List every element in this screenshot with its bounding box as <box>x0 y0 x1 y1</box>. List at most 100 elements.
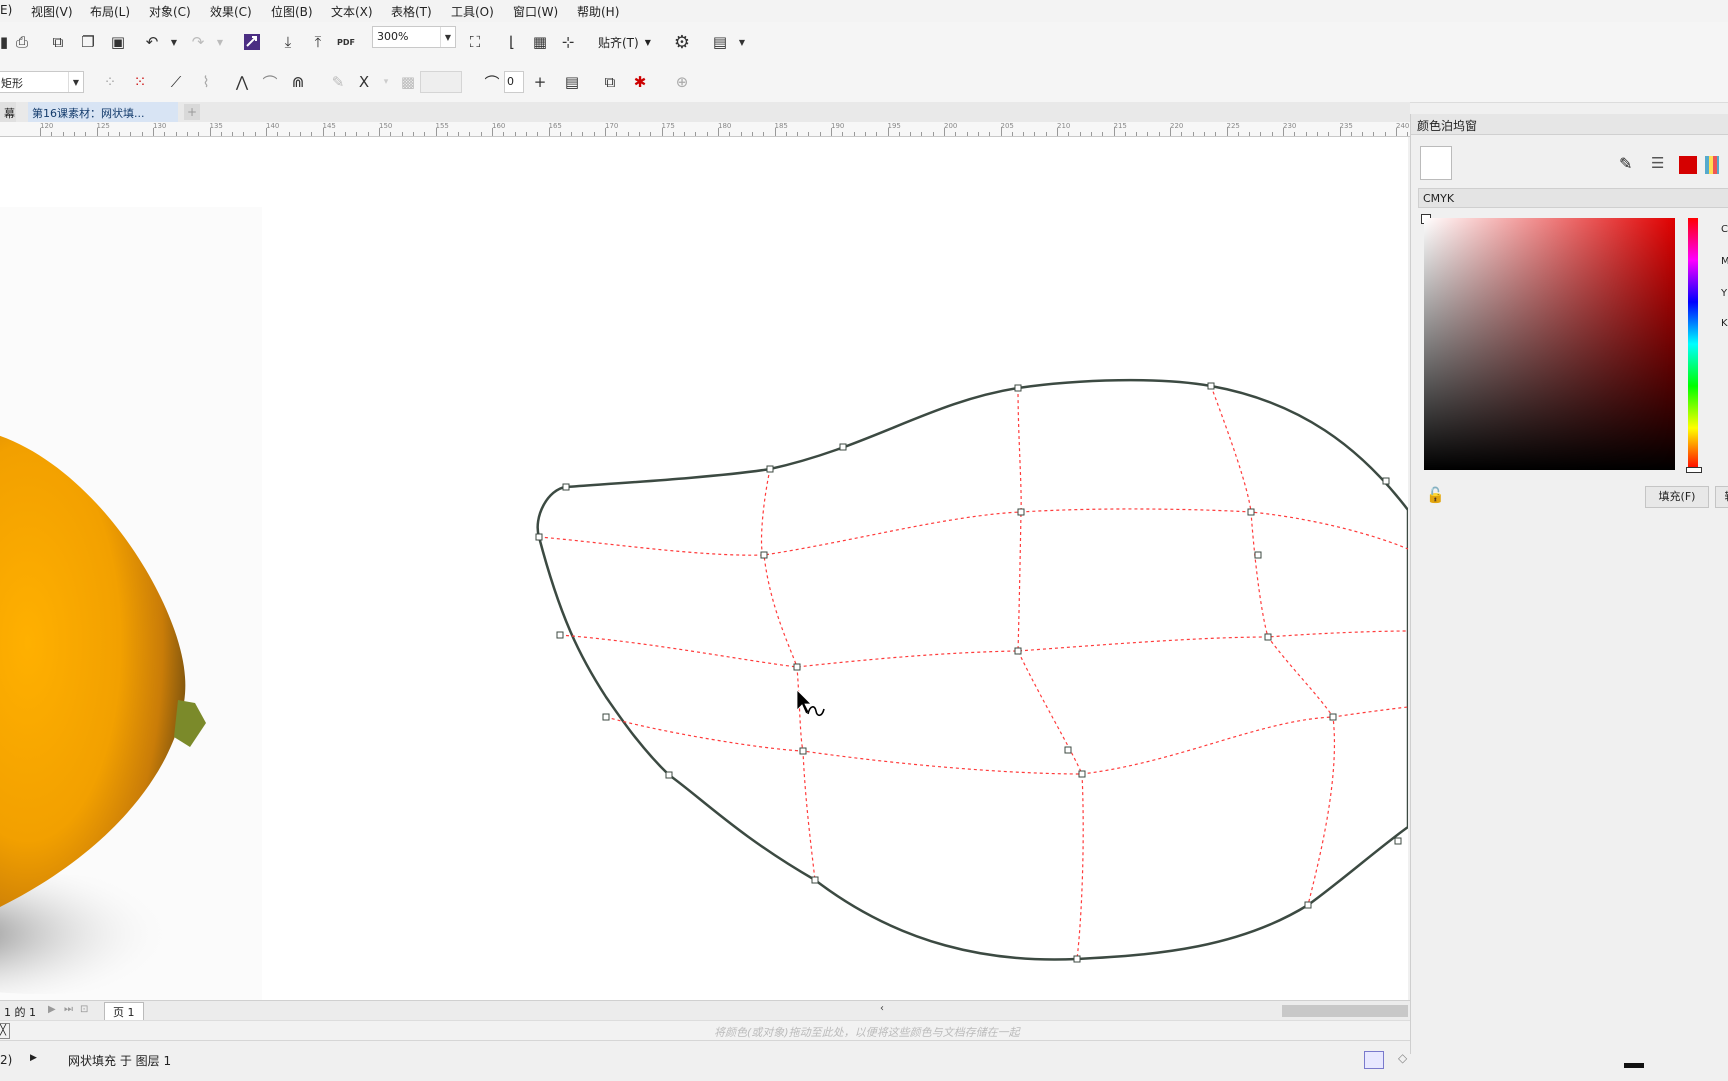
show-grid-icon[interactable]: ▦ <box>528 30 552 54</box>
color-palettes-icon[interactable] <box>1705 156 1719 174</box>
show-guidelines-icon[interactable]: ⊹ <box>556 30 580 54</box>
mesh-node[interactable] <box>562 483 570 491</box>
mesh-grid-icon[interactable]: ⁘ <box>98 70 122 94</box>
import-icon[interactable]: ⤓ <box>276 30 300 54</box>
mesh-node[interactable] <box>602 713 610 721</box>
color-model-select[interactable]: CMYK <box>1418 188 1728 208</box>
menu-tools[interactable]: 工具(O) <box>451 3 494 20</box>
mesh-node[interactable] <box>1017 508 1025 516</box>
mesh-node[interactable] <box>793 663 801 671</box>
smoothness-input[interactable]: 0 <box>504 71 524 93</box>
color-field[interactable] <box>1424 218 1675 470</box>
add-tab-icon[interactable]: + <box>184 104 200 120</box>
menu-bitmap[interactable]: 位图(B) <box>271 3 313 20</box>
mesh-node[interactable] <box>1247 508 1255 516</box>
mesh-node[interactable] <box>1207 382 1215 390</box>
publish-pdf-icon[interactable]: PDF <box>334 30 358 54</box>
mesh-node[interactable] <box>1064 746 1072 754</box>
hue-slider-handle[interactable] <box>1686 467 1702 473</box>
menu-view[interactable]: 视图(V) <box>31 3 73 20</box>
pick-color-icon[interactable]: ✎ <box>326 70 350 94</box>
menu-object[interactable]: 对象(C) <box>149 3 191 20</box>
page-tab[interactable]: 页 1 <box>104 1002 144 1022</box>
mesh-node[interactable] <box>799 747 807 755</box>
menu-table[interactable]: 表格(T) <box>391 3 432 20</box>
print-icon[interactable]: ⎙ <box>10 30 34 54</box>
lock-icon[interactable]: 🔓 <box>1426 486 1445 504</box>
full-screen-preview-icon[interactable]: ⛶ <box>463 30 487 54</box>
mesh-node[interactable] <box>1078 770 1086 778</box>
undo-icon[interactable]: ↶ <box>140 30 164 54</box>
color-profile-icon[interactable] <box>1364 1051 1384 1069</box>
plus-icon[interactable]: + <box>528 70 552 94</box>
chevron-down-icon[interactable]: ▼ <box>440 27 455 47</box>
mesh-node[interactable] <box>1073 955 1081 963</box>
scroll-left-icon[interactable]: ‹ <box>880 1003 894 1019</box>
no-color-swatch[interactable]: ╳ <box>0 1023 10 1039</box>
smoothness-icon[interactable]: ⌒ <box>480 70 504 94</box>
tab-document[interactable]: 第16课素材：网状填... <box>28 102 178 122</box>
mesh-node[interactable] <box>760 551 768 559</box>
last-page-icon[interactable]: ⏭ <box>64 1004 73 1015</box>
application-launcher-icon[interactable]: ▤ <box>708 30 732 54</box>
mesh-nodes[interactable] <box>535 382 1402 963</box>
symmetric-node-icon[interactable]: ⋒ <box>286 70 310 94</box>
menu-text[interactable]: 文本(X) <box>331 3 373 20</box>
show-rulers-icon[interactable]: ⌊ <box>500 30 524 54</box>
redo-dropdown-icon[interactable]: ▼ <box>208 30 232 54</box>
shape-type-combo[interactable]: 矩形 ▼ <box>0 71 84 93</box>
horizontal-scrollbar-thumb[interactable] <box>1282 1005 1408 1017</box>
mesh-node[interactable] <box>811 876 819 884</box>
menu-effects[interactable]: 效果(C) <box>210 3 252 20</box>
smooth-node-icon[interactable]: ⌒ <box>258 70 282 94</box>
to-curve-icon[interactable]: ⌇ <box>194 70 218 94</box>
next-page-icon[interactable]: ▶ <box>48 1004 56 1015</box>
mesh-node[interactable] <box>1014 384 1022 392</box>
outline-button[interactable]: 轮 <box>1715 486 1728 508</box>
color-sliders-icon[interactable]: ☰ <box>1651 154 1664 172</box>
color-viewer-icon[interactable] <box>1679 156 1697 174</box>
redo-icon[interactable]: ↷ <box>186 30 210 54</box>
drawing-canvas[interactable] <box>0 137 1408 1000</box>
menu-window[interactable]: 窗口(W) <box>513 3 558 20</box>
chevron-down-icon[interactable]: ▼ <box>68 72 83 92</box>
mesh-node[interactable] <box>1394 837 1402 845</box>
options-gear-icon[interactable]: ⚙ <box>670 30 694 54</box>
transparency-field[interactable] <box>420 71 462 93</box>
mesh-node[interactable] <box>766 465 774 473</box>
horizontal-ruler[interactable]: 120 125 130 135 140 145 150 155 160 165 170 175 180 1… <box>0 122 1410 137</box>
clear-mesh-icon[interactable]: X <box>352 70 376 94</box>
cusp-node-icon[interactable]: ⋀ <box>230 70 254 94</box>
mesh-node[interactable] <box>1304 901 1312 909</box>
document-palette[interactable]: ╳ 将颜色(或对象)拖动至此处，以便将这些颜色与文档存储在一起 <box>0 1020 1410 1041</box>
mesh-object-outline[interactable] <box>536 378 1408 961</box>
copy-icon[interactable]: ❐ <box>76 30 100 54</box>
mesh-node[interactable] <box>665 771 673 779</box>
mesh-node[interactable] <box>1382 477 1390 485</box>
smooth-mesh-color-icon[interactable]: ✱ <box>628 70 652 94</box>
fill-button[interactable]: 填充(F) <box>1645 486 1709 508</box>
select-all-nodes-icon[interactable]: ▤ <box>560 70 584 94</box>
mesh-node[interactable] <box>1254 551 1262 559</box>
undo-dropdown-icon[interactable]: ▼ <box>162 30 186 54</box>
mesh-node[interactable] <box>839 443 847 451</box>
copy-mesh-icon[interactable]: ⧉ <box>598 70 622 94</box>
snap-to-dropdown[interactable]: 贴齐(T) ▼ <box>598 30 651 54</box>
add-icon[interactable]: ⊕ <box>670 70 694 94</box>
menu-help[interactable]: 帮助(H) <box>577 3 619 20</box>
mesh-node[interactable] <box>1014 647 1022 655</box>
hue-slider[interactable] <box>1688 218 1698 470</box>
fill-indicator-icon[interactable]: ◇ <box>1398 1051 1407 1065</box>
export-icon[interactable]: ⤒ <box>306 30 330 54</box>
mesh-node[interactable] <box>535 533 543 541</box>
color-dropdown-icon[interactable]: ▾ <box>374 70 398 94</box>
tab-welcome[interactable]: 幕 <box>0 102 16 122</box>
paste-icon[interactable]: ▣ <box>106 30 130 54</box>
status-arrow-icon[interactable]: ▶ <box>30 1053 37 1063</box>
mesh-node[interactable] <box>1329 713 1337 721</box>
zoom-combo[interactable]: 300% ▼ <box>372 26 456 48</box>
mesh-node[interactable] <box>556 631 564 639</box>
to-line-icon[interactable]: ⟋ <box>164 70 188 94</box>
delete-nodes-icon[interactable]: ⁙ <box>128 70 152 94</box>
menu-layout[interactable]: 布局(L) <box>90 3 130 20</box>
